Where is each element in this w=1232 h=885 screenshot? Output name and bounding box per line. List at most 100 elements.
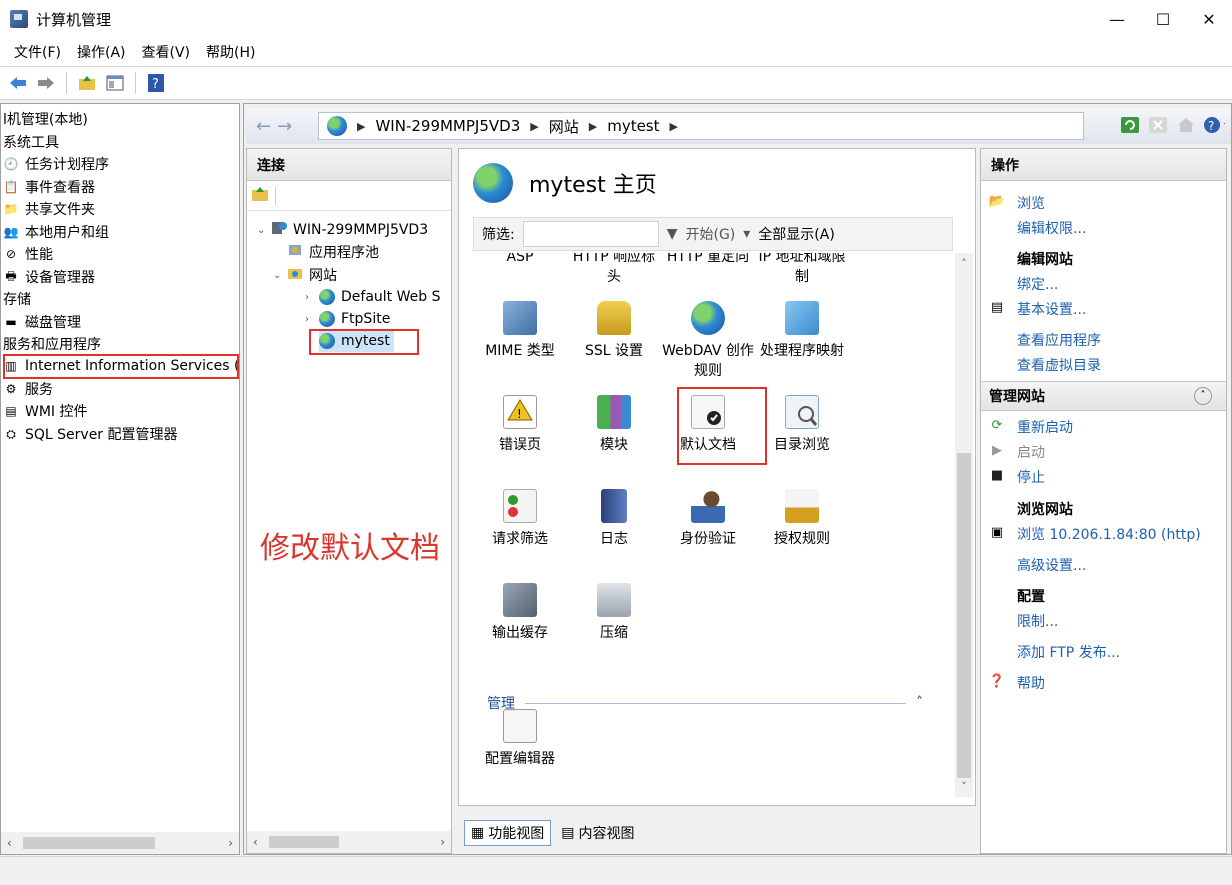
show-hide-tree-icon[interactable]: [103, 71, 127, 95]
conn-tree-default-site[interactable]: › Default Web S: [305, 286, 440, 308]
close-button[interactable]: ✕: [1186, 0, 1232, 38]
features-vscrollbar[interactable]: ˄ ˅: [955, 253, 973, 797]
feature-asp[interactable]: ASP: [473, 253, 567, 267]
chevron-down-icon[interactable]: ▾: [743, 226, 750, 242]
tree-item-local-users[interactable]: 👥 本地用户和组: [3, 221, 109, 243]
tree-item-performance[interactable]: ⊘ 性能: [3, 243, 53, 265]
tree-item-services-apps[interactable]: 服务和应用程序: [3, 333, 101, 355]
action-advanced-settings[interactable]: 高级设置...: [1017, 555, 1086, 575]
tree-item-task-scheduler[interactable]: 🕘 任务计划程序: [3, 153, 109, 175]
action-bindings[interactable]: 绑定...: [1017, 274, 1058, 294]
feature-mime-types[interactable]: MIME 类型: [473, 301, 567, 361]
collapse-section-icon[interactable]: ˄: [1194, 387, 1212, 405]
expand-arrow-icon[interactable]: ›: [305, 314, 319, 325]
nav-back-icon[interactable]: ←: [256, 116, 271, 137]
feature-authorization-rules[interactable]: 授权规则: [755, 489, 849, 549]
start-filter-button[interactable]: 开始(G): [686, 224, 736, 244]
conn-tree-app-pools[interactable]: 应用程序池: [287, 241, 379, 263]
scroll-down-icon[interactable]: ˅: [955, 780, 973, 793]
feature-configuration-editor[interactable]: 配置编辑器: [473, 709, 567, 769]
feature-ip-restrictions[interactable]: IP 地址和域限制: [755, 253, 849, 287]
tree-item-disk-management[interactable]: ▬ 磁盘管理: [3, 311, 81, 333]
expand-arrow-icon[interactable]: ›: [305, 292, 319, 303]
back-arrow-icon[interactable]: [6, 71, 30, 95]
feature-error-pages[interactable]: ! 错误页: [473, 395, 567, 455]
breadcrumb-host[interactable]: WIN-299MMPJ5VD3: [375, 117, 520, 135]
collapse-group-icon[interactable]: ˄: [916, 695, 923, 711]
action-edit-permissions[interactable]: 编辑权限...: [1017, 218, 1086, 238]
scroll-left-icon[interactable]: ‹: [253, 835, 258, 849]
scroll-thumb[interactable]: [23, 837, 155, 849]
scroll-thumb[interactable]: [957, 453, 971, 778]
feature-output-caching[interactable]: 输出缓存: [473, 583, 567, 643]
action-limits[interactable]: 限制...: [1017, 611, 1058, 631]
tab-features-view[interactable]: ▦ 功能视图: [464, 820, 552, 846]
feature-http-redirect[interactable]: HTTP 重定向: [661, 253, 755, 267]
feature-webdav-rules[interactable]: WebDAV 创作规则: [661, 301, 755, 381]
action-add-ftp[interactable]: 添加 FTP 发布...: [1017, 642, 1120, 662]
feature-authentication[interactable]: 身份验证: [661, 489, 755, 549]
menu-help[interactable]: 帮助(H): [198, 42, 263, 62]
show-all-button[interactable]: 全部显示(A): [758, 224, 835, 244]
feature-http-response-headers[interactable]: HTTP 响应标头: [567, 253, 661, 287]
breadcrumb-separator-icon[interactable]: ▶: [589, 120, 597, 133]
conn-tree-server[interactable]: ⌄ WIN-299MMPJ5VD3: [257, 219, 428, 241]
help-icon[interactable]: ?: [144, 71, 168, 95]
maximize-button[interactable]: ☐: [1140, 0, 1186, 38]
filter-input[interactable]: [522, 221, 659, 247]
menu-file[interactable]: 文件(F): [6, 42, 69, 62]
connections-hscrollbar[interactable]: ‹ ›: [247, 831, 451, 853]
feature-directory-browsing[interactable]: 目录浏览: [755, 395, 849, 455]
conn-tree-ftp-site[interactable]: › FtpSite: [305, 308, 390, 330]
scroll-left-icon[interactable]: ‹: [7, 836, 12, 850]
tree-item-computer-management[interactable]: l机管理(本地): [3, 108, 88, 130]
nav-forward-icon[interactable]: →: [277, 116, 292, 137]
tree-item-shared-folders[interactable]: 📁 共享文件夹: [3, 198, 95, 220]
action-browse[interactable]: 浏览: [1017, 193, 1045, 213]
action-view-applications[interactable]: 查看应用程序: [1017, 330, 1101, 350]
forward-arrow-icon[interactable]: [34, 71, 58, 95]
breadcrumb-sites[interactable]: 网站: [549, 116, 579, 137]
tree-item-sql-config[interactable]: ⛭ SQL Server 配置管理器: [3, 423, 177, 445]
tree-item-storage[interactable]: 存储: [3, 288, 31, 310]
action-stop[interactable]: 停止: [1017, 467, 1045, 487]
scroll-right-icon[interactable]: ›: [440, 835, 445, 849]
scroll-up-icon[interactable]: ˄: [955, 257, 973, 270]
breadcrumb-site[interactable]: mytest: [607, 117, 659, 135]
menu-action[interactable]: 操作(A): [69, 42, 134, 62]
up-folder-icon[interactable]: [75, 71, 99, 95]
collapse-arrow-icon[interactable]: ⌄: [273, 270, 287, 281]
tree-item-system-tools[interactable]: 系统工具: [3, 131, 59, 153]
stop-icon[interactable]: [1147, 114, 1169, 136]
tree-item-wmi[interactable]: ▤ WMI 控件: [3, 400, 87, 422]
tree-item-event-viewer[interactable]: 📋 事件查看器: [3, 176, 95, 198]
home-icon[interactable]: [1175, 114, 1197, 136]
feature-logging[interactable]: 日志: [567, 489, 661, 549]
breadcrumb-separator-icon[interactable]: ▶: [357, 120, 365, 133]
feature-request-filtering[interactable]: 请求筛选: [473, 489, 567, 549]
scroll-right-icon[interactable]: ›: [228, 836, 233, 850]
refresh-icon[interactable]: [1119, 114, 1141, 136]
breadcrumb-separator-icon[interactable]: ▶: [670, 120, 678, 133]
help-dropdown-icon[interactable]: ?: [1203, 114, 1225, 136]
action-help[interactable]: 帮助: [1017, 673, 1045, 693]
connect-folder-icon[interactable]: [251, 186, 269, 206]
feature-handler-mappings[interactable]: 处理程序映射: [755, 301, 849, 361]
breadcrumb-separator-icon[interactable]: ▶: [530, 120, 538, 133]
menu-view[interactable]: 查看(V): [134, 42, 199, 62]
scroll-thumb[interactable]: [269, 836, 339, 848]
feature-ssl-settings[interactable]: SSL 设置: [567, 301, 661, 361]
mmc-tree-hscrollbar[interactable]: ‹ ›: [1, 832, 239, 854]
action-basic-settings[interactable]: 基本设置...: [1017, 299, 1086, 319]
tab-content-view[interactable]: ▤ 内容视图: [555, 820, 640, 846]
collapse-arrow-icon[interactable]: ⌄: [257, 225, 271, 236]
action-view-virtual-dirs[interactable]: 查看虚拟目录: [1017, 355, 1101, 375]
tree-item-device-manager[interactable]: 🖶 设备管理器: [3, 266, 95, 288]
feature-modules[interactable]: 模块: [567, 395, 661, 455]
action-restart[interactable]: 重新启动: [1017, 417, 1073, 437]
conn-tree-sites[interactable]: ⌄ 网站: [273, 264, 337, 286]
feature-compression[interactable]: 压缩: [567, 583, 661, 643]
action-browse-url[interactable]: 浏览 10.206.1.84:80 (http): [1017, 524, 1201, 544]
minimize-button[interactable]: —: [1094, 0, 1140, 38]
tree-item-services[interactable]: ⚙ 服务: [3, 378, 53, 400]
